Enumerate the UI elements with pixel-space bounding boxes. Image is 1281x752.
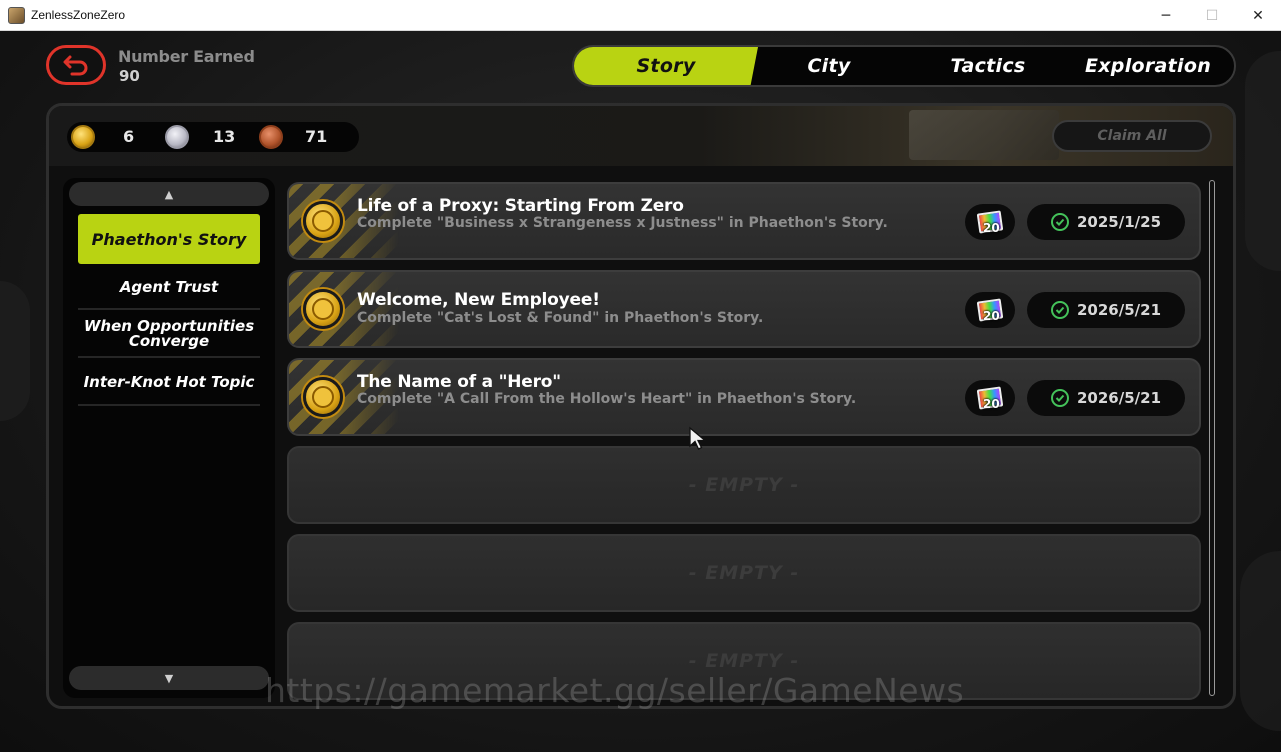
window-title: ZenlessZoneZero bbox=[31, 8, 126, 22]
check-icon bbox=[1050, 389, 1069, 407]
reward-count: 20 bbox=[983, 397, 1000, 411]
sidebar-item-inter-knot-hot-topic[interactable]: Inter-Knot Hot Topic bbox=[78, 360, 260, 406]
sidebar: ▲ Phaethon's Story Agent Trust When Oppo… bbox=[63, 178, 275, 698]
background-shape bbox=[1240, 551, 1281, 731]
gold-medal-icon bbox=[303, 377, 343, 417]
reward-item[interactable]: 20 bbox=[965, 380, 1015, 416]
sidebar-scroll-down-button[interactable]: ▼ bbox=[69, 666, 269, 690]
tab-tactics[interactable]: Tactics bbox=[910, 47, 1066, 85]
achievement-description: Complete "A Call From the Hollow's Heart… bbox=[357, 391, 857, 407]
panel-header: 6 13 71 Claim All bbox=[49, 106, 1233, 166]
silver-medal-icon bbox=[165, 125, 189, 149]
reward-item[interactable]: 20 bbox=[965, 204, 1015, 240]
check-icon bbox=[1050, 301, 1069, 319]
empty-slot: - EMPTY - bbox=[287, 534, 1201, 612]
gold-medal-count: 6 bbox=[123, 127, 135, 146]
completion-date-badge: 2025/1/25 bbox=[1027, 204, 1185, 240]
achievement-row[interactable]: Life of a Proxy: Starting From Zero Comp… bbox=[287, 182, 1201, 260]
gold-medal-icon bbox=[71, 125, 95, 149]
sidebar-item-phaethons-story[interactable]: Phaethon's Story bbox=[78, 214, 260, 264]
gold-medal-icon bbox=[303, 289, 343, 329]
bronze-medal-icon bbox=[259, 125, 283, 149]
watermark-text: https://gamemarket.gg/seller/GameNews bbox=[265, 671, 965, 710]
mouse-cursor-icon bbox=[689, 426, 707, 450]
reward-count: 20 bbox=[983, 221, 1000, 235]
silver-medal-count: 13 bbox=[213, 127, 236, 146]
achievement-title: Life of a Proxy: Starting From Zero bbox=[357, 196, 684, 216]
number-earned-value: 90 bbox=[119, 67, 140, 85]
reward-item[interactable]: 20 bbox=[965, 292, 1015, 328]
maximize-button[interactable]: ☐ bbox=[1189, 0, 1235, 31]
tab-exploration[interactable]: Exploration bbox=[1066, 47, 1230, 85]
gold-medal-icon bbox=[303, 201, 343, 241]
check-icon bbox=[1050, 213, 1069, 231]
completion-date-badge: 2026/5/21 bbox=[1027, 380, 1185, 416]
bronze-medal-count: 71 bbox=[305, 127, 328, 146]
sidebar-item-agent-trust[interactable]: Agent Trust bbox=[78, 266, 260, 310]
sidebar-item-when-opportunities-converge[interactable]: When Opportunities Converge bbox=[78, 312, 260, 358]
background-shape bbox=[1245, 51, 1281, 271]
sidebar-scroll-up-button[interactable]: ▲ bbox=[69, 182, 269, 206]
achievement-description: Complete "Business x Strangeness x Justn… bbox=[357, 215, 888, 231]
back-button[interactable] bbox=[46, 45, 106, 85]
claim-all-button[interactable]: Claim All bbox=[1052, 120, 1212, 152]
completion-date-badge: 2026/5/21 bbox=[1027, 292, 1185, 328]
back-arrow-icon bbox=[63, 55, 88, 76]
category-tabs: Story City Tactics Exploration bbox=[572, 45, 1236, 87]
completion-date: 2026/5/21 bbox=[1076, 389, 1162, 407]
list-scrollbar[interactable] bbox=[1209, 180, 1215, 696]
game-viewport: Number Earned 90 Story City Tactics Expl… bbox=[0, 31, 1281, 752]
achievement-description: Complete "Cat's Lost & Found" in Phaetho… bbox=[357, 310, 764, 326]
minimize-button[interactable]: ─ bbox=[1143, 0, 1189, 31]
achievement-title: The Name of a "Hero" bbox=[357, 372, 561, 392]
tab-city[interactable]: City bbox=[758, 47, 900, 85]
achievement-title: Welcome, New Employee! bbox=[357, 290, 600, 310]
completion-date: 2025/1/25 bbox=[1076, 213, 1162, 231]
tab-story[interactable]: Story bbox=[574, 47, 758, 85]
reward-count: 20 bbox=[983, 309, 1000, 323]
achievement-row[interactable]: Welcome, New Employee! Complete "Cat's L… bbox=[287, 270, 1201, 348]
achievement-row[interactable]: The Name of a "Hero" Complete "A Call Fr… bbox=[287, 358, 1201, 436]
completion-date: 2026/5/21 bbox=[1076, 301, 1162, 319]
achievements-panel: 6 13 71 Claim All ▲ Phaethon's Story Age… bbox=[46, 103, 1236, 709]
background-shape bbox=[0, 281, 30, 421]
medal-counter-bar: 6 13 71 bbox=[67, 122, 359, 152]
window-titlebar: ZenlessZoneZero ─ ☐ ✕ bbox=[0, 0, 1281, 31]
number-earned-label: Number Earned bbox=[118, 47, 255, 66]
empty-slot: - EMPTY - bbox=[287, 446, 1201, 524]
header-decoration bbox=[909, 110, 1059, 160]
close-button[interactable]: ✕ bbox=[1235, 0, 1281, 31]
app-icon bbox=[8, 7, 25, 24]
achievement-list: Life of a Proxy: Starting From Zero Comp… bbox=[287, 178, 1203, 700]
